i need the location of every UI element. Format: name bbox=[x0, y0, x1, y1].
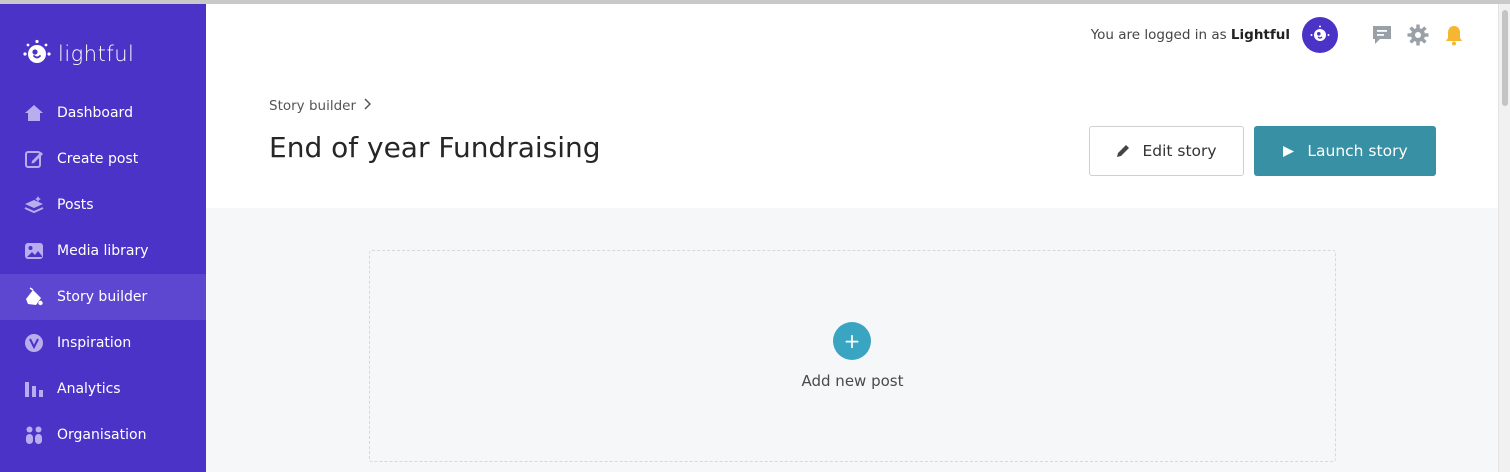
edit-story-label: Edit story bbox=[1142, 142, 1217, 160]
avatar-logo-icon bbox=[1310, 25, 1330, 41]
pencil-icon bbox=[1116, 144, 1130, 158]
inspiration-icon bbox=[24, 333, 44, 353]
sidebar-item-media-library[interactable]: Media library bbox=[0, 228, 206, 274]
story-content-area: + Add new post bbox=[206, 208, 1498, 472]
add-post-label[interactable]: Add new post bbox=[370, 372, 1335, 390]
scrollbar-thumb[interactable] bbox=[1502, 10, 1508, 106]
logged-in-prefix: You are logged in as bbox=[1090, 27, 1227, 43]
user-name: Lightful bbox=[1230, 27, 1290, 43]
sidebar-item-label: Inspiration bbox=[57, 335, 132, 351]
plus-icon: + bbox=[843, 329, 861, 353]
sidebar-item-label: Media library bbox=[57, 243, 149, 259]
breadcrumb: Story builder bbox=[269, 98, 372, 114]
sidebar-item-dashboard[interactable]: Dashboard bbox=[0, 90, 206, 136]
message-icon[interactable] bbox=[1370, 23, 1394, 47]
breadcrumb-story-builder[interactable]: Story builder bbox=[269, 98, 356, 114]
image-icon bbox=[24, 241, 44, 261]
edit-icon bbox=[24, 149, 44, 169]
logged-in-text: You are logged in as Lightful bbox=[1091, 27, 1290, 43]
sidebar-item-create-post[interactable]: Create post bbox=[0, 136, 206, 182]
add-post-button[interactable]: + bbox=[833, 322, 871, 360]
avatar[interactable] bbox=[1302, 17, 1338, 53]
chevron-right-icon bbox=[363, 98, 372, 114]
sidebar-item-organisation[interactable]: Organisation bbox=[0, 412, 206, 458]
sidebar-item-story-builder[interactable]: Story builder bbox=[0, 274, 206, 320]
sidebar-item-label: Posts bbox=[57, 197, 94, 213]
add-post-dropzone[interactable]: + Add new post bbox=[369, 250, 1336, 462]
sidebar: lightful Dashboard Create post Posts Med… bbox=[0, 4, 206, 472]
play-icon bbox=[1282, 145, 1295, 158]
brand-logo[interactable]: lightful bbox=[22, 37, 134, 71]
sidebar-nav: Dashboard Create post Posts Media librar… bbox=[0, 90, 206, 458]
story-icon bbox=[24, 287, 44, 307]
launch-story-button[interactable]: Launch story bbox=[1254, 126, 1436, 176]
sidebar-item-label: Create post bbox=[57, 151, 139, 167]
bar-chart-icon bbox=[24, 379, 44, 399]
people-icon bbox=[24, 425, 44, 445]
sidebar-item-label: Organisation bbox=[57, 427, 147, 443]
sidebar-item-label: Analytics bbox=[57, 381, 121, 397]
sidebar-item-label: Dashboard bbox=[57, 105, 133, 121]
header-user-bar: You are logged in as Lightful bbox=[1091, 14, 1466, 56]
layers-icon bbox=[24, 195, 44, 215]
sidebar-item-posts[interactable]: Posts bbox=[0, 182, 206, 228]
edit-story-button[interactable]: Edit story bbox=[1089, 126, 1244, 176]
window-top-border bbox=[0, 0, 1510, 4]
sidebar-item-label: Story builder bbox=[57, 289, 148, 305]
launch-story-label: Launch story bbox=[1307, 142, 1408, 160]
lightful-logo-icon bbox=[22, 39, 52, 69]
sidebar-item-analytics[interactable]: Analytics bbox=[0, 366, 206, 412]
sidebar-item-inspiration[interactable]: Inspiration bbox=[0, 320, 206, 366]
brand-name: lightful bbox=[58, 42, 135, 66]
page-title: End of year Fundraising bbox=[269, 131, 601, 164]
scrollbar[interactable] bbox=[1498, 4, 1510, 472]
bell-icon[interactable] bbox=[1442, 23, 1466, 47]
home-icon bbox=[24, 103, 44, 123]
gear-icon[interactable] bbox=[1406, 23, 1430, 47]
